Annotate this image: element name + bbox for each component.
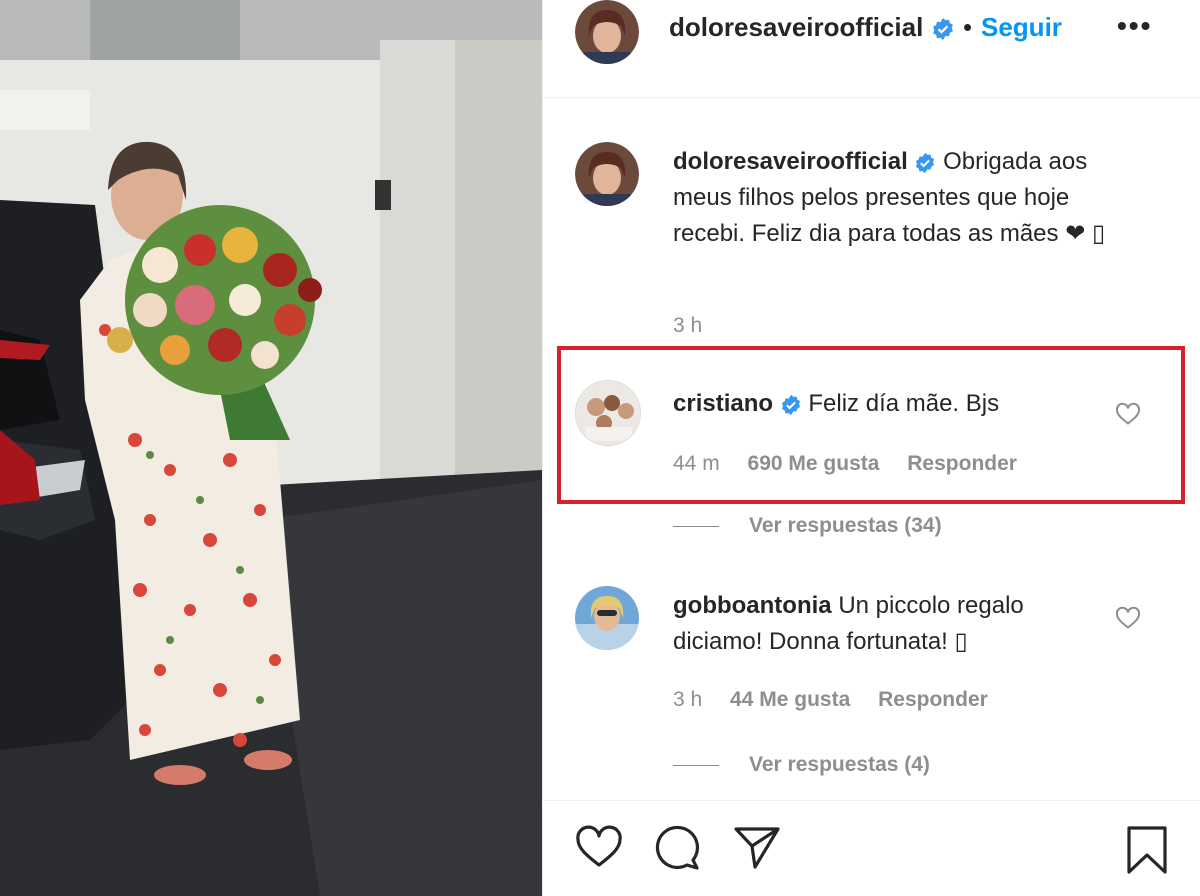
reply-button[interactable]: Responder [907,452,1017,475]
post-header: doloresaveiroofficial • Seguir ••• [543,0,1200,98]
header-separator: • [963,12,973,42]
comment-item: cristiano Feliz día mãe. Bjs 44 m 690 Me… [543,380,1200,490]
caption-avatar[interactable] [575,142,639,206]
post-action-bar [543,800,1200,896]
verified-badge-icon [780,394,802,416]
post-caption: doloresaveiroofficial Obrigada aos meus … [543,142,1200,342]
comment-like-heart-icon[interactable] [1115,606,1141,630]
comment-likes-count[interactable]: 44 Me gusta [730,688,850,711]
comment-text-block: cristiano Feliz día mãe. Bjs [673,386,999,422]
comment-meta: 44 m 690 Me gusta Responder [673,452,1039,476]
bookmark-icon[interactable] [1125,825,1169,875]
verified-badge-icon [931,17,955,41]
comment-item: gobboantonia Un piccolo regalo diciamo! … [543,586,1200,726]
comment-avatar[interactable] [575,380,641,446]
view-replies-button[interactable]: Ver respuestas (4) [673,753,930,777]
comments-panel: doloresaveiroofficial • Seguir ••• dolor… [542,0,1200,896]
author-avatar[interactable] [575,0,639,64]
comment-timestamp[interactable]: 44 m [673,452,720,475]
comment-timestamp[interactable]: 3 h [673,688,702,711]
comment-avatar[interactable] [575,586,639,650]
caption-username[interactable]: doloresaveiroofficial [673,148,908,175]
verified-badge-icon [914,152,936,174]
replies-divider [673,764,719,766]
heart-icon[interactable] [575,825,623,869]
caption-text-block: doloresaveiroofficial Obrigada aos meus … [673,144,1143,252]
follow-button[interactable]: Seguir [981,12,1062,43]
view-replies-label[interactable]: Ver respuestas (4) [749,753,930,776]
post-photo [0,0,542,896]
comment-meta: 3 h 44 Me gusta Responder [673,688,1010,712]
view-replies-label[interactable]: Ver respuestas (34) [749,514,942,537]
comment-username[interactable]: cristiano [673,390,773,417]
comment-likes-count[interactable]: 690 Me gusta [748,452,880,475]
reply-button[interactable]: Responder [878,688,988,711]
view-replies-button[interactable]: Ver respuestas (34) [673,514,942,538]
comment-text: Feliz día mãe. Bjs [808,390,1000,417]
comment-text-block: gobboantonia Un piccolo regalo diciamo! … [673,588,1093,660]
caption-meta: 3 h [673,314,724,338]
comment-bubble-icon[interactable] [653,825,701,871]
replies-divider [673,525,719,527]
paper-plane-icon[interactable] [733,825,781,871]
author-username[interactable]: doloresaveiroofficial [669,12,955,43]
comment-username[interactable]: gobboantonia [673,592,832,619]
comment-like-heart-icon[interactable] [1115,402,1141,426]
caption-timestamp[interactable]: 3 h [673,314,702,337]
author-username-text[interactable]: doloresaveiroofficial [669,12,923,42]
more-options-icon[interactable]: ••• [1117,10,1152,42]
